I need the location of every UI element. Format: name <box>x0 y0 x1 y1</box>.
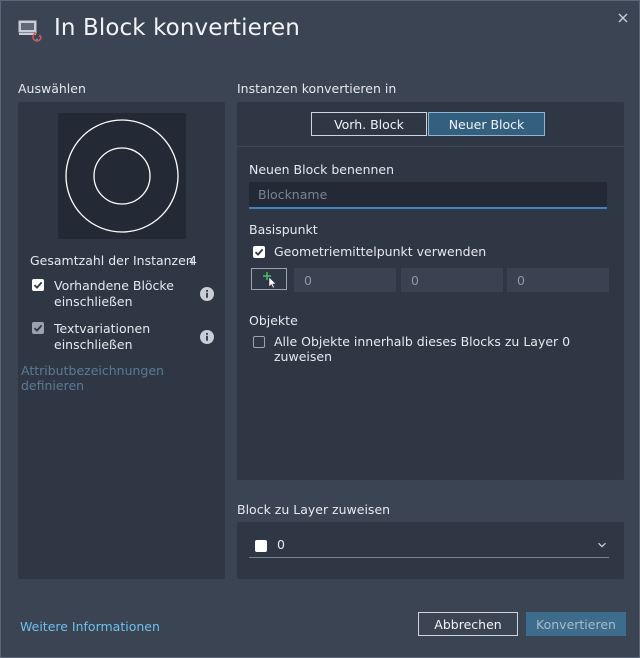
select-section-label: Auswählen <box>18 81 86 96</box>
text-variations-checkbox[interactable] <box>32 322 44 334</box>
text-variations-label-line2: einschließen <box>54 337 133 352</box>
total-instances-label: Gesamtzahl der Instanzen <box>30 253 194 268</box>
checkmark-icon <box>33 281 43 289</box>
checkmark-icon <box>33 324 43 332</box>
info-icon[interactable] <box>200 330 214 344</box>
layer-dropdown[interactable]: 0 <box>249 534 609 558</box>
titlebar: In Block konvertieren <box>1 1 639 61</box>
text-variations-label-line1: Textvariationen <box>54 321 151 336</box>
convert-to-block-dialog: In Block konvertieren Auswählen Gesamtza… <box>0 0 640 658</box>
define-attribute-tags-link[interactable]: Attributbezeichnungen definieren <box>21 363 225 393</box>
include-existing-checkbox[interactable] <box>32 279 44 291</box>
existing-block-toggle[interactable]: Vorh. Block <box>311 112 427 136</box>
chevron-down-icon <box>598 542 606 548</box>
block-name-label: Neuen Block benennen <box>249 162 395 177</box>
total-instances-value: 4 <box>189 253 197 268</box>
cancel-button[interactable]: Abbrechen <box>418 612 518 636</box>
block-name-input[interactable] <box>249 182 607 209</box>
assign-layer0-label: Alle Objekte innerhalb dieses Blocks zu … <box>274 334 571 364</box>
convert-to-panel: Vorh. Block Neuer Block Neuen Block bene… <box>237 102 624 480</box>
layer-dropdown-value: 0 <box>277 537 285 552</box>
assign-layer-section-label: Block zu Layer zuweisen <box>237 502 391 517</box>
assign-layer-panel: 0 <box>237 522 624 579</box>
more-info-link[interactable]: Weitere Informationen <box>20 619 160 634</box>
checkmark-icon <box>254 248 264 256</box>
convert-to-section-label: Instanzen konvertieren in <box>237 81 397 96</box>
coord-z-input[interactable]: 0 <box>507 268 609 292</box>
use-center-label: Geometriemittelpunkt verwenden <box>274 244 487 259</box>
pick-point-icon <box>263 272 277 289</box>
select-panel: Gesamtzahl der Instanzen 4 Vorhandene Bl… <box>18 102 225 579</box>
layer-color-swatch <box>255 540 267 552</box>
block-convert-icon <box>18 20 42 42</box>
coord-y-input[interactable]: 0 <box>401 268 503 292</box>
basepoint-label: Basispunkt <box>249 222 318 237</box>
close-icon[interactable] <box>615 10 631 26</box>
assign-layer0-checkbox[interactable] <box>253 336 265 348</box>
divider <box>237 146 624 147</box>
dialog-title: In Block konvertieren <box>54 15 300 41</box>
block-preview <box>58 113 186 239</box>
info-icon[interactable] <box>200 287 214 301</box>
convert-button[interactable]: Konvertieren <box>526 612 626 636</box>
coord-x-input[interactable]: 0 <box>294 268 396 292</box>
new-block-toggle[interactable]: Neuer Block <box>428 112 545 136</box>
include-existing-label-line2: einschließen <box>54 294 133 309</box>
use-center-checkbox[interactable] <box>253 246 265 258</box>
pick-point-button[interactable] <box>251 268 287 290</box>
concentric-circles-preview-icon <box>65 119 179 233</box>
include-existing-label-line1: Vorhandene Blöcke <box>54 278 174 293</box>
objects-label: Objekte <box>249 313 298 328</box>
